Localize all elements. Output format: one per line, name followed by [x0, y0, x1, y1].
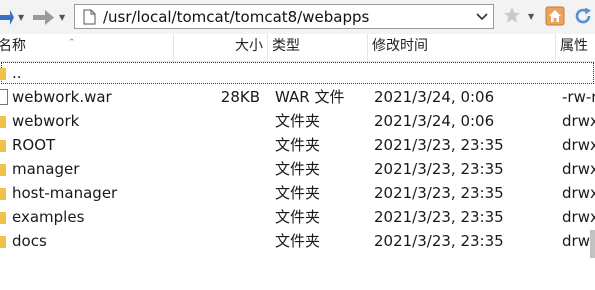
table-row[interactable]: examples 文件夹 2021/3/23, 23:35 drwx — [0, 205, 595, 229]
file-type: 文件夹 — [275, 208, 321, 226]
table-row[interactable]: webwork 文件夹 2021/3/24, 0:06 drwx — [0, 109, 595, 133]
folder-icon — [0, 116, 6, 128]
column-size[interactable]: 大小 — [174, 34, 268, 61]
file-modified: 2021/3/23, 23:35 — [374, 208, 504, 226]
column-type[interactable]: 类型 — [268, 34, 368, 61]
star-icon[interactable] — [503, 6, 521, 24]
vertical-scrollbar[interactable] — [590, 230, 595, 258]
file-modified: 2021/3/23, 23:35 — [374, 232, 504, 250]
file-type: 文件夹 — [275, 112, 321, 130]
column-modified[interactable]: 修改时间 — [368, 34, 556, 61]
file-type: WAR 文件 — [275, 88, 345, 106]
table-row[interactable]: docs 文件夹 2021/3/23, 23:35 drwx — [0, 229, 595, 253]
file-name: .. — [12, 64, 22, 82]
file-name: examples — [12, 208, 85, 226]
column-name-label: 名称 — [0, 38, 26, 54]
file-type: 文件夹 — [275, 136, 321, 154]
table-row[interactable]: .. — [0, 61, 595, 85]
file-attributes: -rw-r — [562, 88, 595, 106]
file-size: 28KB — [220, 88, 260, 106]
refresh-icon[interactable] — [573, 6, 593, 26]
table-row[interactable]: host-manager 文件夹 2021/3/23, 23:35 drwx — [0, 181, 595, 205]
folder-up-icon — [0, 68, 6, 80]
home-icon[interactable] — [545, 6, 565, 26]
file-attributes: drwx — [562, 208, 595, 226]
folder-icon — [0, 140, 6, 152]
folder-icon — [0, 188, 6, 200]
column-type-label: 类型 — [272, 38, 300, 54]
bookmark-dropdown-icon[interactable]: ▼ — [528, 12, 534, 21]
file-modified: 2021/3/23, 23:35 — [374, 160, 504, 178]
column-header: 名称 ⌃ 大小 类型 修改时间 属性 — [0, 34, 595, 62]
file-type: 文件夹 — [275, 160, 321, 178]
folder-outline-icon — [83, 9, 96, 25]
file-list: .. webwork.war 28KB WAR 文件 2021/3/24, 0:… — [0, 61, 595, 253]
file-attributes: drwx — [562, 160, 595, 178]
chevron-down-icon[interactable] — [475, 9, 489, 23]
column-name[interactable]: 名称 ⌃ — [0, 34, 174, 61]
file-name: ROOT — [12, 136, 56, 154]
file-name: webwork.war — [12, 88, 112, 106]
sort-ascending-icon: ⌃ — [68, 38, 76, 48]
folder-icon — [0, 164, 6, 176]
file-name: host-manager — [12, 184, 118, 202]
file-icon — [0, 89, 8, 105]
file-modified: 2021/3/23, 23:35 — [374, 136, 504, 154]
table-row[interactable]: manager 文件夹 2021/3/23, 23:35 drwx — [0, 157, 595, 181]
file-modified: 2021/3/24, 0:06 — [374, 112, 495, 130]
folder-icon — [0, 212, 6, 224]
file-attributes: drwx — [562, 136, 595, 154]
folder-icon — [0, 236, 6, 248]
column-attributes[interactable]: 属性 — [556, 34, 595, 61]
forward-history-dropdown-icon[interactable]: ▼ — [59, 13, 65, 22]
path-text[interactable]: /usr/local/tomcat/tomcat8/webapps — [103, 8, 369, 26]
table-row[interactable]: webwork.war 28KB WAR 文件 2021/3/24, 0:06 … — [0, 85, 595, 109]
path-input[interactable]: /usr/local/tomcat/tomcat8/webapps — [74, 4, 494, 29]
file-name: docs — [12, 232, 47, 250]
forward-arrow-icon[interactable] — [33, 7, 55, 27]
file-attributes: drwx — [562, 112, 595, 130]
back-arrow-icon[interactable] — [0, 7, 14, 27]
file-modified: 2021/3/24, 0:06 — [374, 88, 495, 106]
file-name: webwork — [12, 112, 80, 130]
column-modified-label: 修改时间 — [372, 38, 428, 54]
table-row[interactable]: ROOT 文件夹 2021/3/23, 23:35 drwx — [0, 133, 595, 157]
file-modified: 2021/3/23, 23:35 — [374, 184, 504, 202]
file-type: 文件夹 — [275, 184, 321, 202]
column-size-label: 大小 — [235, 38, 263, 54]
column-attributes-label: 属性 — [560, 38, 588, 54]
file-attributes: drwx — [562, 184, 595, 202]
file-name: manager — [12, 160, 80, 178]
file-type: 文件夹 — [275, 232, 321, 250]
toolbar: ▼ ▼ /usr/local/tomcat/tomcat8/webapps ▼ — [0, 0, 595, 35]
back-history-dropdown-icon[interactable]: ▼ — [18, 13, 24, 22]
